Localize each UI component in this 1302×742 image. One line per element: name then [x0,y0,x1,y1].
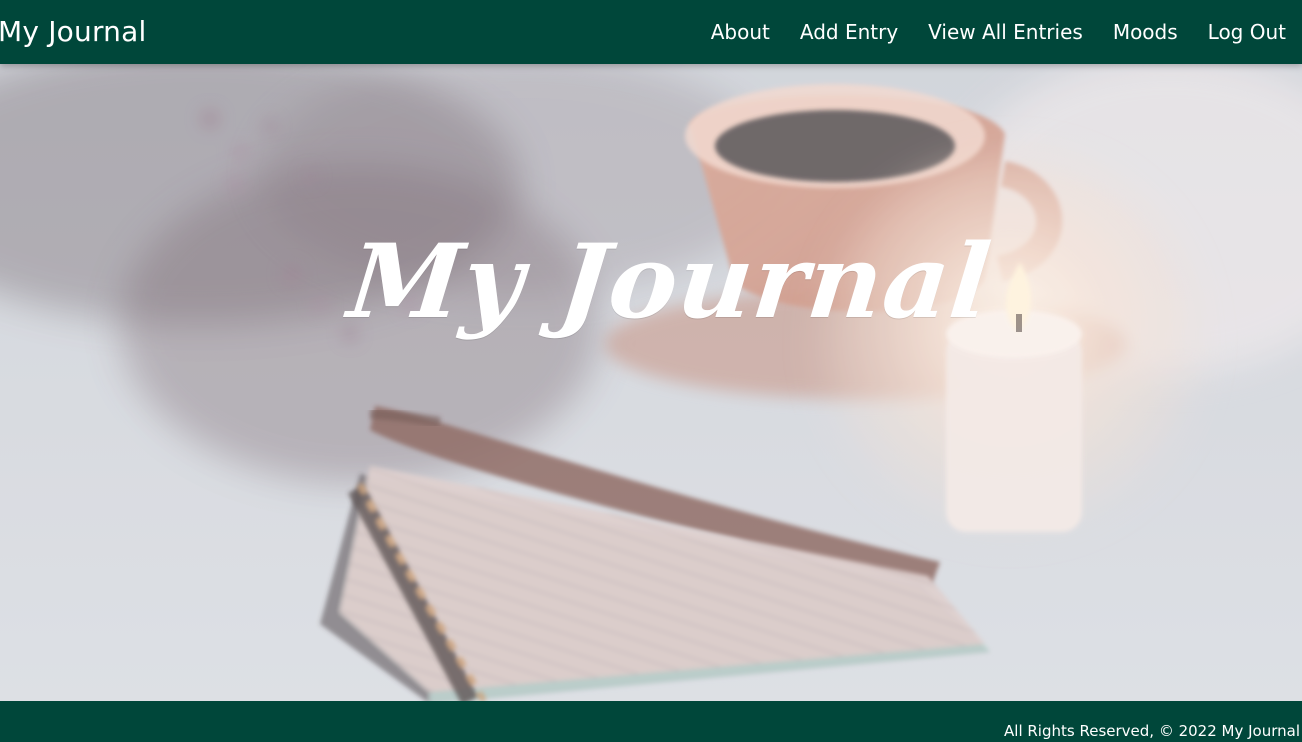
nav-link-add-entry[interactable]: Add Entry [800,0,898,64]
top-navigation-bar: My Journal About Add Entry View All Entr… [0,0,1302,64]
nav-link-view-all-entries[interactable]: View All Entries [928,0,1083,64]
nav-links: About Add Entry View All Entries Moods L… [711,0,1286,64]
hero-banner: My Journal [0,64,1302,701]
brand-logo-text[interactable]: My Journal [0,0,146,64]
footer: All Rights Reserved, © 2022 My Journal [0,701,1302,742]
hero-background-image [0,64,1302,701]
nav-link-moods[interactable]: Moods [1113,0,1178,64]
nav-link-about[interactable]: About [711,0,770,64]
footer-copyright: All Rights Reserved, © 2022 My Journal [1004,722,1300,740]
hero-title: My Journal [343,222,997,342]
nav-link-log-out[interactable]: Log Out [1208,0,1286,64]
